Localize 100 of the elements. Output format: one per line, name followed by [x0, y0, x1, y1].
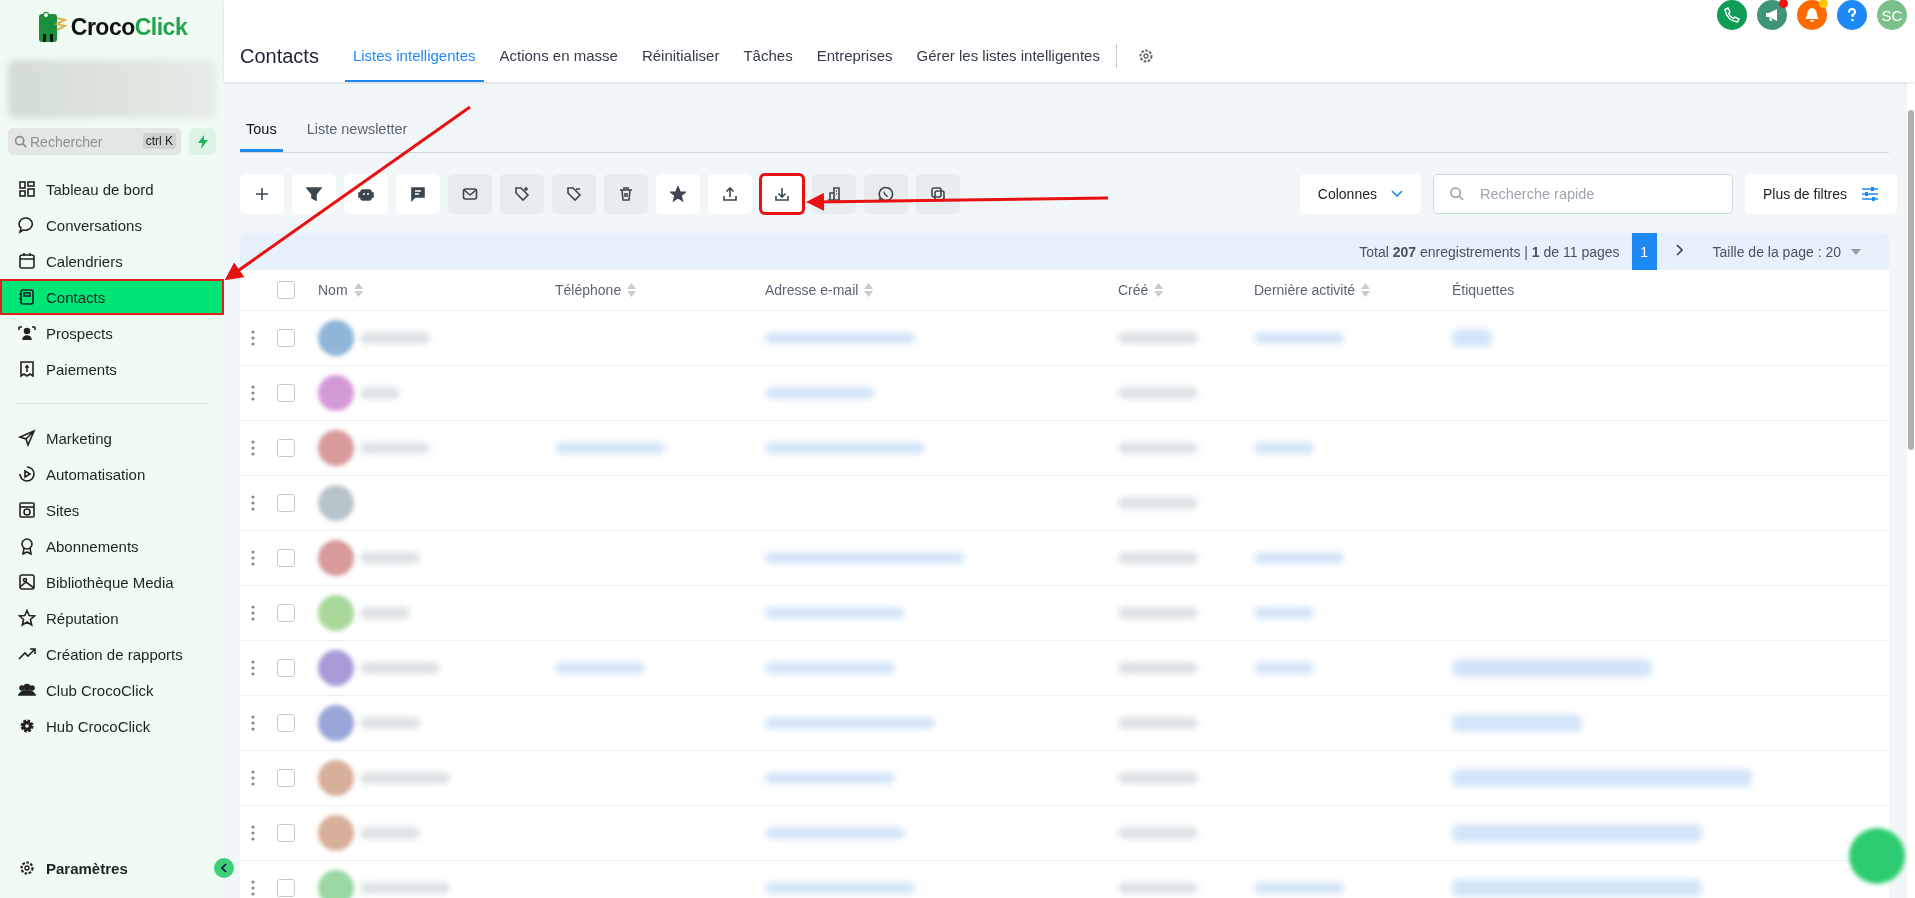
sidebar-item[interactable]: Paiements	[8, 351, 216, 387]
row-checkbox[interactable]	[277, 659, 295, 677]
crocodile-logo-icon	[36, 10, 67, 44]
column-header[interactable]: Adresse e-mail	[765, 282, 859, 298]
tag-minus-icon	[566, 186, 582, 202]
image-icon	[18, 573, 36, 591]
drag-handle-icon[interactable]	[251, 385, 255, 401]
tab[interactable]: Actions en masse	[491, 30, 626, 82]
blurred-tag	[1452, 329, 1492, 347]
settings-item[interactable]: Paramètres	[8, 850, 138, 886]
columns-dropdown[interactable]: Colonnes	[1299, 174, 1421, 214]
column-header[interactable]: Créé	[1118, 282, 1149, 298]
sidebar-item[interactable]: Abonnements	[8, 528, 216, 564]
row-checkbox[interactable]	[277, 549, 295, 567]
sidebar-item[interactable]: Contacts	[0, 279, 224, 315]
grid-icon	[18, 180, 36, 198]
sidebar-item[interactable]: Calendriers	[8, 243, 216, 279]
quick-search-field[interactable]: Recherche rapide	[1432, 174, 1733, 214]
row-checkbox[interactable]	[277, 439, 295, 457]
sidebar-item[interactable]: Prospects	[8, 315, 216, 351]
sidebar-item[interactable]: Bibliothèque Media	[8, 564, 216, 600]
select-all-checkbox[interactable]	[277, 281, 295, 299]
tab[interactable]: Réinitialiser	[633, 30, 728, 82]
drag-handle-icon[interactable]	[251, 880, 255, 896]
quick-action-button[interactable]	[189, 128, 216, 155]
sliders-icon	[1861, 186, 1879, 202]
plus-button[interactable]	[240, 174, 284, 214]
robot-button[interactable]	[344, 174, 388, 214]
building-icon	[826, 186, 842, 202]
column-header[interactable]: Dernière activité	[1254, 282, 1356, 298]
row-checkbox[interactable]	[277, 879, 295, 897]
tab[interactable]: Gérer les listes intelligentes	[908, 30, 1108, 82]
record-count: Total 207 enregistrements | 1 de 11 pages	[1359, 243, 1620, 260]
search-icon	[1448, 186, 1464, 201]
chat-icon	[18, 216, 36, 234]
row-checkbox[interactable]	[277, 494, 295, 512]
sidebar-item[interactable]: Réputation	[8, 600, 216, 636]
drag-handle-icon[interactable]	[251, 770, 255, 786]
scrollbar[interactable]	[1907, 82, 1915, 898]
filter-button[interactable]	[292, 174, 336, 214]
tab[interactable]: Listes intelligentes	[344, 30, 484, 82]
column-header[interactable]: Téléphone	[555, 282, 622, 298]
play-icon	[18, 465, 36, 483]
whatsapp-icon	[878, 186, 894, 202]
blurred-text	[1254, 607, 1314, 619]
star-icon	[18, 609, 36, 627]
tab[interactable]: Tâches	[735, 30, 801, 82]
row-checkbox[interactable]	[277, 329, 295, 347]
list-tab[interactable]: Tous	[240, 121, 283, 152]
robot-icon	[358, 186, 374, 202]
column-header[interactable]: Nom	[318, 282, 348, 298]
drag-handle-icon[interactable]	[251, 440, 255, 456]
upload-button[interactable]	[708, 174, 752, 214]
phone-button[interactable]	[1717, 0, 1747, 30]
blurred-text	[360, 552, 420, 564]
notification-dot	[1779, 0, 1788, 8]
row-checkbox[interactable]	[277, 769, 295, 787]
download-icon	[774, 186, 790, 202]
sidebar-item[interactable]: Création de rapports	[8, 636, 216, 672]
send-icon	[18, 429, 36, 447]
blurred-text	[360, 717, 420, 729]
drag-handle-icon[interactable]	[251, 715, 255, 731]
page-title: Contacts	[240, 44, 319, 68]
row-checkbox[interactable]	[277, 384, 295, 402]
more-filters-button[interactable]: Plus de filtres	[1744, 174, 1897, 214]
sidebar-item[interactable]: Marketing	[8, 420, 216, 456]
megaphone-button[interactable]	[1757, 0, 1787, 30]
list-tab[interactable]: Liste newsletter	[300, 121, 414, 152]
message-button[interactable]	[396, 174, 440, 214]
tab[interactable]: Entreprises	[808, 30, 901, 82]
drag-handle-icon[interactable]	[251, 605, 255, 621]
drag-handle-icon[interactable]	[251, 825, 255, 841]
sidebar-item[interactable]: Hub CrocoClick	[8, 708, 216, 744]
star-icon	[670, 186, 686, 202]
sidebar-item[interactable]: Sites	[8, 492, 216, 528]
blurred-text	[360, 387, 400, 399]
receipt-icon	[18, 360, 36, 378]
blurred-account-switcher[interactable]	[8, 60, 216, 118]
sidebar-item[interactable]: Club CrocoClick	[8, 672, 216, 708]
column-header[interactable]: Étiquettes	[1452, 282, 1515, 298]
sidebar-item[interactable]: Automatisation	[8, 456, 216, 492]
download-button[interactable]	[760, 174, 804, 214]
drag-handle-icon[interactable]	[251, 550, 255, 566]
collapse-sidebar-button[interactable]	[214, 858, 234, 878]
page-size-dropdown[interactable]: Taille de la page : 20	[1706, 242, 1867, 261]
plus-icon	[254, 186, 270, 202]
star-button[interactable]	[656, 174, 700, 214]
copy-icon	[930, 186, 946, 202]
drag-handle-icon[interactable]	[251, 330, 255, 346]
award-icon	[18, 537, 36, 555]
drag-handle-icon[interactable]	[251, 660, 255, 676]
help-button[interactable]	[1837, 0, 1867, 30]
page-button[interactable]: 1	[1631, 233, 1657, 270]
row-checkbox[interactable]	[277, 714, 295, 732]
row-checkbox[interactable]	[277, 604, 295, 622]
row-checkbox[interactable]	[277, 824, 295, 842]
bell-button[interactable]	[1797, 0, 1827, 30]
sidebar-item[interactable]: Conversations	[8, 207, 216, 243]
drag-handle-icon[interactable]	[251, 495, 255, 511]
sidebar-item[interactable]: Tableau de bord	[8, 171, 216, 207]
